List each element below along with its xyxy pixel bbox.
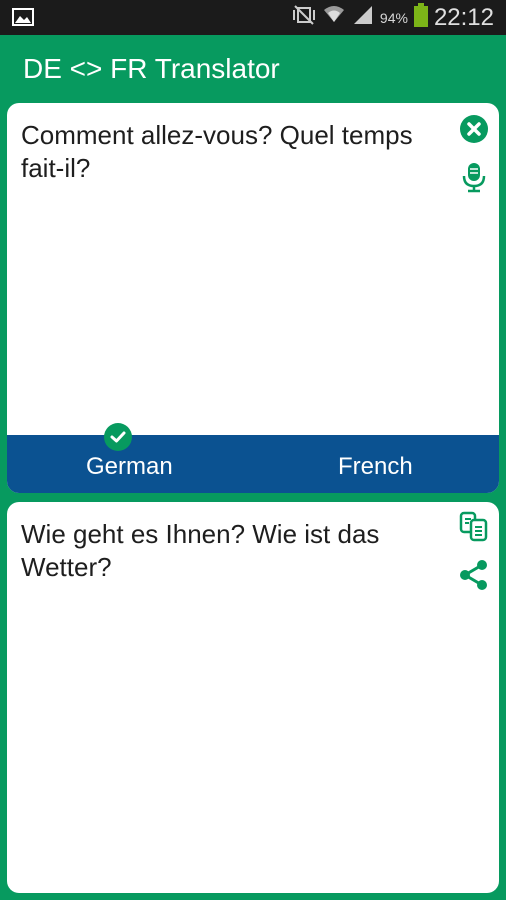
- status-bar: 94% 22:12: [0, 0, 506, 35]
- selected-check-icon: [104, 423, 132, 451]
- mute-vibrate-icon: [292, 4, 316, 31]
- source-text-input[interactable]: Comment allez-vous? Quel temps fait-il?: [21, 119, 446, 185]
- microphone-button[interactable]: [457, 160, 491, 194]
- result-text-card: Wie geht es Ihnen? Wie ist das Wetter?: [7, 502, 499, 893]
- copy-icon: [459, 511, 488, 542]
- microphone-icon: [462, 163, 486, 193]
- language-option-french[interactable]: French: [338, 453, 413, 481]
- clear-icon: [460, 115, 488, 143]
- battery-icon: [413, 3, 428, 32]
- copy-button[interactable]: [457, 509, 491, 543]
- language-switcher: German French: [7, 423, 499, 493]
- signal-icon: [352, 4, 374, 31]
- language-option-german[interactable]: German: [86, 453, 173, 481]
- app-bar: DE <> FR Translator: [0, 35, 506, 103]
- app-title: DE <> FR Translator: [23, 53, 280, 84]
- battery-percent: 94%: [379, 9, 408, 26]
- translated-text: Wie geht es Ihnen? Wie ist das Wetter?: [21, 519, 380, 582]
- gallery-notification-icon: [12, 8, 34, 26]
- clear-button[interactable]: [457, 112, 491, 146]
- source-text-card[interactable]: Comment allez-vous? Quel temps fait-il? …: [7, 103, 499, 493]
- share-button[interactable]: [457, 558, 491, 592]
- share-icon: [460, 560, 487, 590]
- wifi-icon: [322, 4, 346, 31]
- clock: 22:12: [433, 3, 494, 31]
